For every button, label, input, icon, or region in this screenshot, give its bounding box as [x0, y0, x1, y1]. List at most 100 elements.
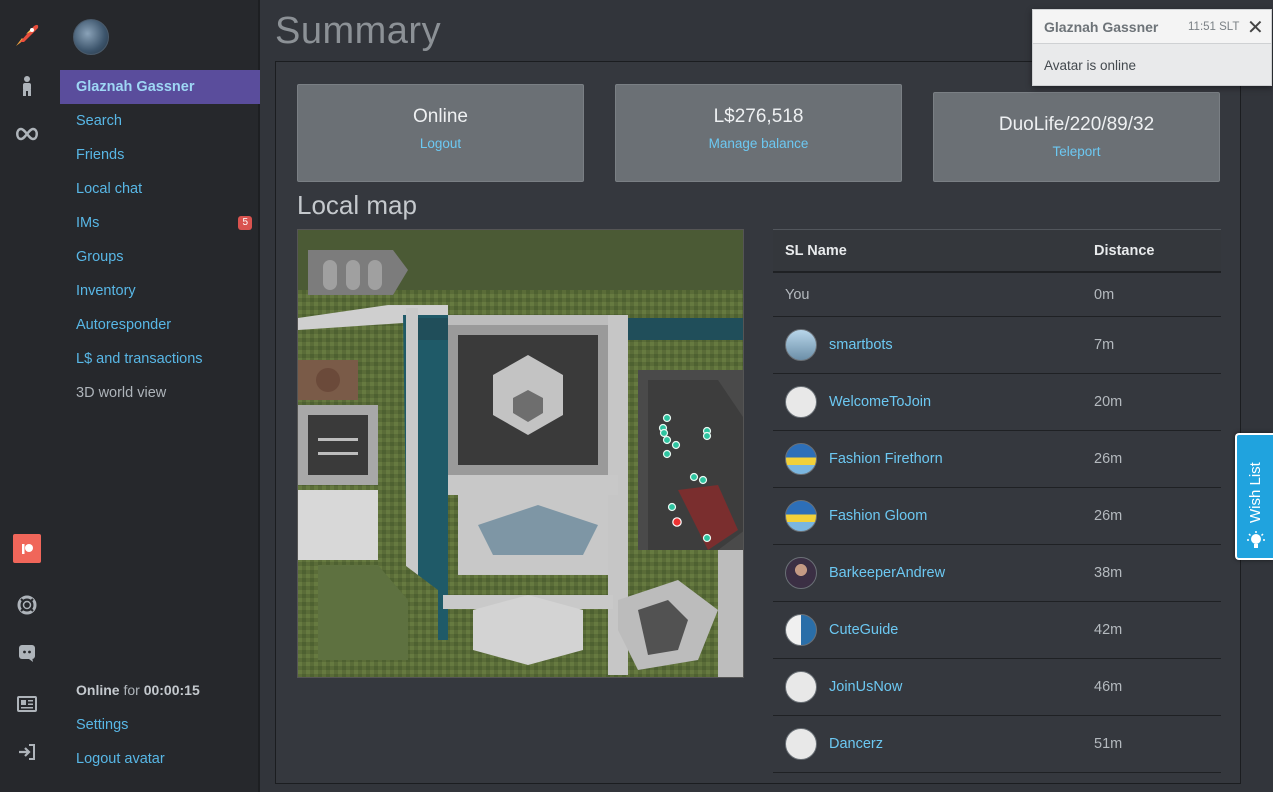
wish-list-tab[interactable]: Wish List: [1235, 433, 1273, 560]
sidebar-item-label: 3D world view: [76, 385, 167, 401]
logout-link[interactable]: Logout: [298, 136, 583, 151]
avatar-distance: 46m: [1094, 679, 1123, 695]
toast-header: Glaznah Gassner 11:51 SLT ✕: [1033, 10, 1271, 44]
sidebar-item-label: IMs: [76, 215, 100, 231]
avatar: [785, 557, 817, 589]
table-row: WelcomeToJoin 20m: [773, 374, 1221, 431]
avatar-name: smartbots: [829, 337, 893, 353]
online-timer: 00:00:15: [143, 682, 200, 698]
sidebar-item-local-chat[interactable]: Local chat: [60, 172, 260, 206]
avatar: [785, 671, 817, 703]
balance-card: L$276,518 Manage balance: [615, 84, 902, 182]
status-card: Online Logout: [297, 84, 584, 182]
avatar-link[interactable]: WelcomeToJoin: [785, 386, 931, 418]
lightbulb-icon: [1247, 531, 1265, 548]
teleport-link[interactable]: Teleport: [934, 144, 1219, 159]
avatar: [785, 614, 817, 646]
sidebar-item-label: Search: [76, 113, 122, 129]
sidebar: Glaznah Gassner Search Friends Local cha…: [60, 0, 260, 792]
avatar-link[interactable]: BarkeeperAndrew: [785, 557, 945, 589]
table-row: Dancerz 51m: [773, 716, 1221, 773]
avatar-distance: 7m: [1094, 337, 1115, 353]
wish-list-label: Wish List: [1247, 462, 1264, 523]
table-row: Fashion Gloom 26m: [773, 488, 1221, 545]
online-status-for: for: [123, 682, 140, 698]
discord-icon[interactable]: [12, 638, 42, 668]
person-icon[interactable]: [12, 71, 42, 101]
avatar-distance: 51m: [1094, 736, 1123, 752]
balance-value: L$276,518: [713, 106, 804, 127]
notification-toast: Glaznah Gassner 11:51 SLT ✕ Avatar is on…: [1032, 9, 1272, 86]
logout-avatar-link[interactable]: Logout avatar: [60, 742, 260, 776]
sidebar-item-user[interactable]: Glaznah Gassner: [60, 70, 260, 104]
avatar-link[interactable]: smartbots: [785, 329, 893, 361]
avatar-distance: 38m: [1094, 565, 1123, 581]
avatar-name: Fashion Firethorn: [829, 451, 943, 467]
manage-balance-link[interactable]: Manage balance: [616, 136, 901, 151]
rocket-icon[interactable]: [12, 20, 42, 50]
column-header-distance[interactable]: Distance: [1094, 243, 1154, 259]
avatar-name: WelcomeToJoin: [829, 394, 932, 410]
location-card: DuoLife/220/89/32 Teleport: [933, 92, 1220, 182]
local-map-title: Local map: [297, 190, 417, 220]
toast-time: 11:51 SLT: [1188, 21, 1240, 33]
avatar[interactable]: [73, 19, 109, 55]
toast-message: Avatar is online: [1044, 58, 1137, 73]
avatar: [785, 500, 817, 532]
avatar-name: Dancerz: [829, 736, 883, 752]
sidebar-item-3d-world-view[interactable]: 3D world view: [60, 376, 260, 410]
avatar: [785, 386, 817, 418]
avatar-link[interactable]: Fashion Gloom: [785, 500, 927, 532]
sidebar-item-transactions[interactable]: L$ and transactions: [60, 342, 260, 376]
avatar: [785, 329, 817, 361]
avatar-link[interactable]: Dancerz: [785, 728, 883, 760]
lifebuoy-icon[interactable]: [12, 590, 42, 620]
summary-panel: Online Logout L$276,518 Manage balance D…: [275, 61, 1241, 784]
table-header: SL Name Distance: [773, 229, 1221, 273]
unread-badge: 5: [238, 216, 252, 230]
table-row: Fashion Firethorn 26m: [773, 431, 1221, 488]
sidebar-item-autoresponder[interactable]: Autoresponder: [60, 308, 260, 342]
id-card-icon[interactable]: [12, 689, 42, 719]
table-row: JoinUsNow 46m: [773, 659, 1221, 716]
logout-avatar-label: Logout avatar: [76, 751, 165, 767]
patreon-icon[interactable]: [13, 534, 41, 563]
online-status-label: Online: [76, 682, 120, 698]
sidebar-item-ims[interactable]: IMs 5: [60, 206, 260, 240]
sidebar-item-inventory[interactable]: Inventory: [60, 274, 260, 308]
sidebar-item-label: Groups: [76, 249, 124, 265]
avatar-link[interactable]: JoinUsNow: [785, 671, 902, 703]
main-content: Summary Online Logout L$276,518 Manage b…: [262, 0, 1273, 792]
avatar-link[interactable]: CuteGuide: [785, 614, 898, 646]
avatar-dots: [658, 413, 712, 543]
sidebar-item-label: L$ and transactions: [76, 351, 203, 367]
status-value: Online: [413, 106, 468, 127]
page-title: Summary: [275, 10, 442, 52]
icon-bar: [0, 0, 60, 792]
avatar-name: BarkeeperAndrew: [829, 565, 946, 581]
sidebar-item-label: Glaznah Gassner: [76, 79, 195, 95]
table-row: You 0m: [773, 273, 1221, 317]
sidebar-item-label: Autoresponder: [76, 317, 172, 333]
close-icon[interactable]: ✕: [1247, 15, 1264, 40]
infinity-icon[interactable]: [12, 119, 42, 149]
table-row: BarkeeperAndrew 38m: [773, 545, 1221, 602]
avatar-link[interactable]: Fashion Firethorn: [785, 443, 943, 475]
avatar-distance: 26m: [1094, 451, 1123, 467]
table-row: CuteGuide 42m: [773, 602, 1221, 659]
sidebar-item-search[interactable]: Search: [60, 104, 260, 138]
local-map[interactable]: [297, 229, 744, 678]
settings-link[interactable]: Settings: [60, 708, 260, 742]
avatar-name: You: [785, 286, 810, 303]
column-header-name[interactable]: SL Name: [785, 243, 847, 259]
online-status: Online for 00:00:15: [76, 682, 200, 698]
avatar: [785, 443, 817, 475]
sidebar-item-groups[interactable]: Groups: [60, 240, 260, 274]
avatar-distance: 0m: [1094, 286, 1115, 303]
sidebar-item-friends[interactable]: Friends: [60, 138, 260, 172]
avatar: [785, 728, 817, 760]
settings-label: Settings: [76, 717, 129, 733]
toast-title: Glaznah Gassner: [1044, 19, 1159, 35]
avatar-distance: 42m: [1094, 622, 1123, 638]
logout-icon[interactable]: [12, 737, 42, 767]
